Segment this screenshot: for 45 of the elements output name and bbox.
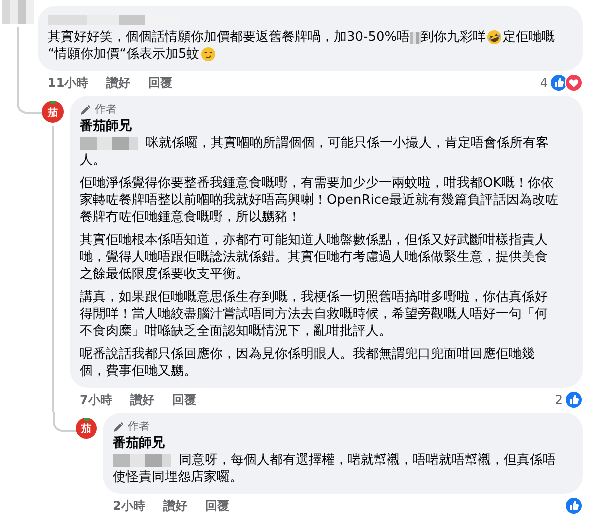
action-link[interactable]: 回覆 xyxy=(148,74,173,92)
pen-icon xyxy=(80,104,91,116)
pen-icon xyxy=(113,422,124,433)
comment-text: 其實佢哋根本係唔知道，亦都冇可能知道人哋盤數係點，但係又好武斷咁樣指責人 xyxy=(80,232,548,250)
smirking-emoji-icon xyxy=(200,47,216,62)
reaction-count[interactable]: 2 xyxy=(555,393,563,408)
timestamp: 2小時 xyxy=(113,498,146,515)
author-name[interactable]: 番茄師兄 xyxy=(113,435,571,452)
comment-text: 不食肉糜」咁喺缺乏全面認知嘅情況下，亂咁批評人。 xyxy=(80,323,392,340)
comment-text: 其實好好笑，個個話情願你加價都要返舊餐牌喎，加30-50%唔 xyxy=(48,29,410,46)
action-link[interactable]: 讚好 xyxy=(163,498,188,515)
action-link[interactable]: 讚好 xyxy=(130,392,154,409)
avatar[interactable]: 茄 xyxy=(42,101,64,124)
author-label: 作者 xyxy=(95,102,117,118)
blurred-name xyxy=(113,454,171,468)
comment-text: 同意呀，每個人都有選擇權，啱就幫襯，唔啱就唔幫襯，但真係唔 xyxy=(179,452,556,470)
action-link[interactable]: 回覆 xyxy=(205,498,230,515)
blurred-text xyxy=(410,32,422,44)
comment-text: 呢番說話我都只係回應你，因為見你係明眼人。我都無謂兜口兜面咁回應佢哋幾 xyxy=(80,346,535,364)
comment-text: 使怪責同埋怨店家囉。 xyxy=(113,469,243,486)
thumbs-up-icon[interactable] xyxy=(565,391,583,410)
comment-text: 定佢哋嘅 xyxy=(503,29,556,46)
comment-text: 咪就係囉，其實嗰啲所謂個個，可能只係一小撮人，肯定唔會係所有客 xyxy=(146,135,549,152)
timestamp: 11小時 xyxy=(48,74,89,92)
comment-text: 人。 xyxy=(80,152,106,170)
comment-text: “情願你加價“係表示加5蚊 xyxy=(48,46,200,64)
author-label: 作者 xyxy=(128,419,150,436)
timestamp: 7小時 xyxy=(80,392,112,409)
comment-text: 餐牌冇咗佢哋鍾意食嘅嘢，所以嬲豬！ xyxy=(80,209,301,226)
comment-text: 之餘最低限度係要收支平衡。 xyxy=(80,266,249,284)
laughing-emoji-icon xyxy=(487,30,502,46)
comment-text: 講真，如果跟佢哋嘅意思係生存到嘅，我梗係一切照舊唔搞咁多嘢啦，你估真係好 xyxy=(80,289,548,306)
action-link[interactable]: 讚好 xyxy=(106,74,131,92)
comment-text: 得閒咩！當人哋絞盡腦汁嘗試唔同方法去自救嘅時候，希望旁觀嘅人唔好一句「何 xyxy=(80,306,548,324)
comment-text: 佢哋淨係覺得你要整番我鍾意食嘅嘢，有需要加少少一兩蚊啦，咁我都OK嘅！你依 xyxy=(80,175,554,192)
comment-text: 哋，覺得人哋唔跟佢嘅諗法就係錯。其實佢哋冇考慮過人哋係做緊生意，提供美食 xyxy=(80,249,548,266)
author-name[interactable]: 番茄師兄 xyxy=(80,118,571,136)
avatar[interactable]: 茄 xyxy=(76,418,97,440)
action-link[interactable]: 回覆 xyxy=(172,392,196,409)
thumbs-up-icon[interactable] xyxy=(565,497,583,516)
blurred-name xyxy=(80,137,138,150)
comment-text: 家轉咗餐牌唔整以前嗰啲我就好唔高興喇！OpenRice最近就有幾篇負評話因為改咗 xyxy=(80,192,559,210)
comment-text: 個，費事佢哋又嬲。 xyxy=(80,363,197,380)
comment-text: 到你九彩咩 xyxy=(421,29,486,46)
reaction-count[interactable]: 4 xyxy=(540,76,548,90)
